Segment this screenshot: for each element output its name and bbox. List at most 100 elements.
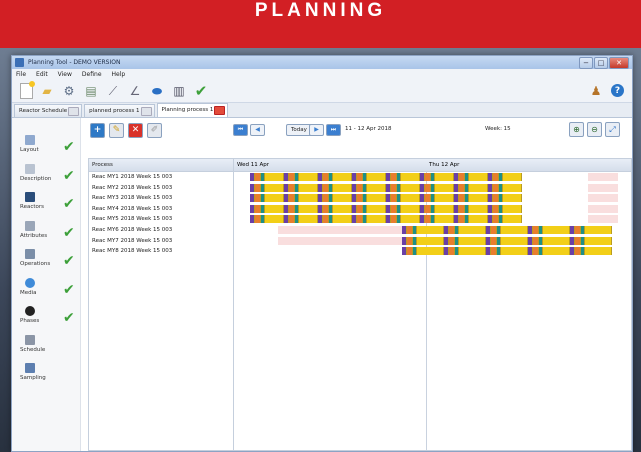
phase-bar-yellow[interactable] xyxy=(503,215,522,224)
step-operations[interactable]: Operations ✔ xyxy=(12,246,80,274)
step-layout[interactable]: Layout ✔ xyxy=(12,132,80,160)
new-file-icon[interactable] xyxy=(20,81,35,99)
phase-bar-yellow[interactable] xyxy=(265,215,284,224)
process-row[interactable]: Reac MY7 2018 Week 15 003 xyxy=(89,236,234,247)
check-icon[interactable]: ✔ xyxy=(193,82,209,100)
phase-bar-yellow[interactable] xyxy=(401,173,420,181)
zoom-in-icon[interactable]: ⊕ xyxy=(569,122,584,137)
process-row[interactable]: Reac MY6 2018 Week 15 003 xyxy=(89,225,234,236)
phase-bar-yellow[interactable] xyxy=(459,226,486,234)
step-attributes[interactable]: Attributes ✔ xyxy=(12,218,80,246)
phase-bar-yellow[interactable] xyxy=(401,194,420,203)
phase-bar-yellow[interactable] xyxy=(543,226,570,234)
phase-bar-yellow[interactable] xyxy=(501,236,528,245)
capsule-icon[interactable]: ⬬ xyxy=(149,83,165,99)
step-phases[interactable]: Phases ✔ xyxy=(12,303,80,331)
phase-bar-yellow[interactable] xyxy=(299,204,318,213)
phase-bar-yellow[interactable] xyxy=(299,215,318,224)
process-row[interactable]: Reac MY8 2018 Week 15 003 xyxy=(89,246,234,257)
phase-bar-yellow[interactable] xyxy=(435,183,454,192)
phase-bar-yellow[interactable] xyxy=(469,173,488,181)
phase-bar-yellow[interactable] xyxy=(333,194,352,203)
phase-bar-yellow[interactable] xyxy=(503,173,522,181)
add-process-button[interactable]: + xyxy=(90,122,105,138)
rename-process-button[interactable]: ✐ xyxy=(147,122,162,138)
phase-bar-yellow[interactable] xyxy=(265,194,284,203)
last-page-button[interactable]: ⏭ xyxy=(326,124,341,136)
phase-bar-yellow[interactable] xyxy=(299,194,318,203)
edit-process-button[interactable]: ✎ xyxy=(109,122,124,138)
barcode-icon[interactable]: ▥ xyxy=(171,83,187,99)
menu-view[interactable]: View xyxy=(58,69,72,80)
minimize-button[interactable]: − xyxy=(579,57,593,69)
menu-file[interactable]: File xyxy=(16,69,26,80)
phase-bar-yellow[interactable] xyxy=(459,236,486,245)
user-icon[interactable]: ♟ xyxy=(588,83,604,99)
menu-edit[interactable]: Edit xyxy=(36,69,48,80)
phase-bar-yellow[interactable] xyxy=(333,215,352,224)
menu-help[interactable]: Help xyxy=(112,69,126,80)
step-media[interactable]: Media ✔ xyxy=(12,275,80,303)
tab-reactor-schedule[interactable]: Reactor Schedule xyxy=(14,104,83,117)
process-row[interactable]: Reac MY2 2018 Week 15 003 xyxy=(89,183,234,194)
phase-bar-yellow[interactable] xyxy=(435,204,454,213)
step-schedule[interactable]: Schedule xyxy=(12,332,80,360)
tab-close-icon[interactable] xyxy=(214,106,226,115)
first-page-button[interactable]: ⏮ xyxy=(233,124,248,136)
open-folder-icon[interactable]: ▰ xyxy=(39,83,55,99)
phase-bar-yellow[interactable] xyxy=(501,247,528,256)
phase-bar-yellow[interactable] xyxy=(501,226,528,234)
phase-bar-yellow[interactable] xyxy=(401,215,420,224)
phase-bar-yellow[interactable] xyxy=(585,226,612,234)
document-icon[interactable]: ▤ xyxy=(83,83,99,99)
phase-bar-yellow[interactable] xyxy=(265,204,284,213)
phase-bar-yellow[interactable] xyxy=(469,183,488,192)
phase-bar-yellow[interactable] xyxy=(265,173,284,181)
phase-bar-yellow[interactable] xyxy=(333,173,352,181)
tab-close-icon[interactable] xyxy=(140,107,152,116)
phase-bar-yellow[interactable] xyxy=(469,215,488,224)
tab-planning-process-1[interactable]: Planning process 1 xyxy=(156,103,229,117)
phase-bar-yellow[interactable] xyxy=(435,194,454,203)
phase-bar-yellow[interactable] xyxy=(435,173,454,181)
fit-view-icon[interactable]: ⤢ xyxy=(605,122,620,137)
step-sampling[interactable]: Sampling xyxy=(12,360,80,388)
phase-bar-yellow[interactable] xyxy=(503,204,522,213)
phase-bar-yellow[interactable] xyxy=(585,236,612,245)
tab-close-icon[interactable] xyxy=(68,107,80,116)
phase-bar-yellow[interactable] xyxy=(417,226,444,234)
phase-bar-yellow[interactable] xyxy=(459,247,486,256)
ruler-icon[interactable]: ∠ xyxy=(127,83,143,99)
maximize-button[interactable]: □ xyxy=(594,57,608,69)
phase-bar-yellow[interactable] xyxy=(333,183,352,192)
prev-button[interactable]: ◀ xyxy=(250,124,265,136)
menu-define[interactable]: Define xyxy=(82,69,102,80)
phase-bar-yellow[interactable] xyxy=(469,204,488,213)
process-row[interactable]: Reac MY1 2018 Week 15 003 xyxy=(89,172,234,183)
phase-bar-yellow[interactable] xyxy=(469,194,488,203)
next-button[interactable]: ▶ xyxy=(309,124,324,136)
phase-bar-yellow[interactable] xyxy=(401,204,420,213)
tools-icon[interactable]: ⚙ xyxy=(61,83,77,99)
phase-bar-yellow[interactable] xyxy=(401,183,420,192)
step-description[interactable]: Description ✔ xyxy=(12,161,80,189)
phase-bar-yellow[interactable] xyxy=(299,173,318,181)
phase-bar-yellow[interactable] xyxy=(367,215,386,224)
tab-planned-process-1[interactable]: planned process 1 xyxy=(84,104,155,117)
phase-bar-yellow[interactable] xyxy=(435,215,454,224)
zoom-out-icon[interactable]: ⊖ xyxy=(587,122,602,137)
process-row[interactable]: Reac MY3 2018 Week 15 003 xyxy=(89,193,234,204)
phase-bar-yellow[interactable] xyxy=(417,247,444,256)
phase-bar-yellow[interactable] xyxy=(265,183,284,192)
phase-bar-yellow[interactable] xyxy=(503,183,522,192)
phase-bar-yellow[interactable] xyxy=(543,247,570,256)
close-button[interactable]: ✕ xyxy=(609,57,629,69)
pipette-icon[interactable]: ⟋ xyxy=(105,83,121,99)
phase-bar-yellow[interactable] xyxy=(333,204,352,213)
phase-bar-yellow[interactable] xyxy=(367,173,386,181)
phase-bar-yellow[interactable] xyxy=(367,194,386,203)
phase-bar-yellow[interactable] xyxy=(299,183,318,192)
process-row[interactable]: Reac MY4 2018 Week 15 003 xyxy=(89,204,234,215)
phase-bar-yellow[interactable] xyxy=(585,247,612,256)
phase-bar-yellow[interactable] xyxy=(543,236,570,245)
